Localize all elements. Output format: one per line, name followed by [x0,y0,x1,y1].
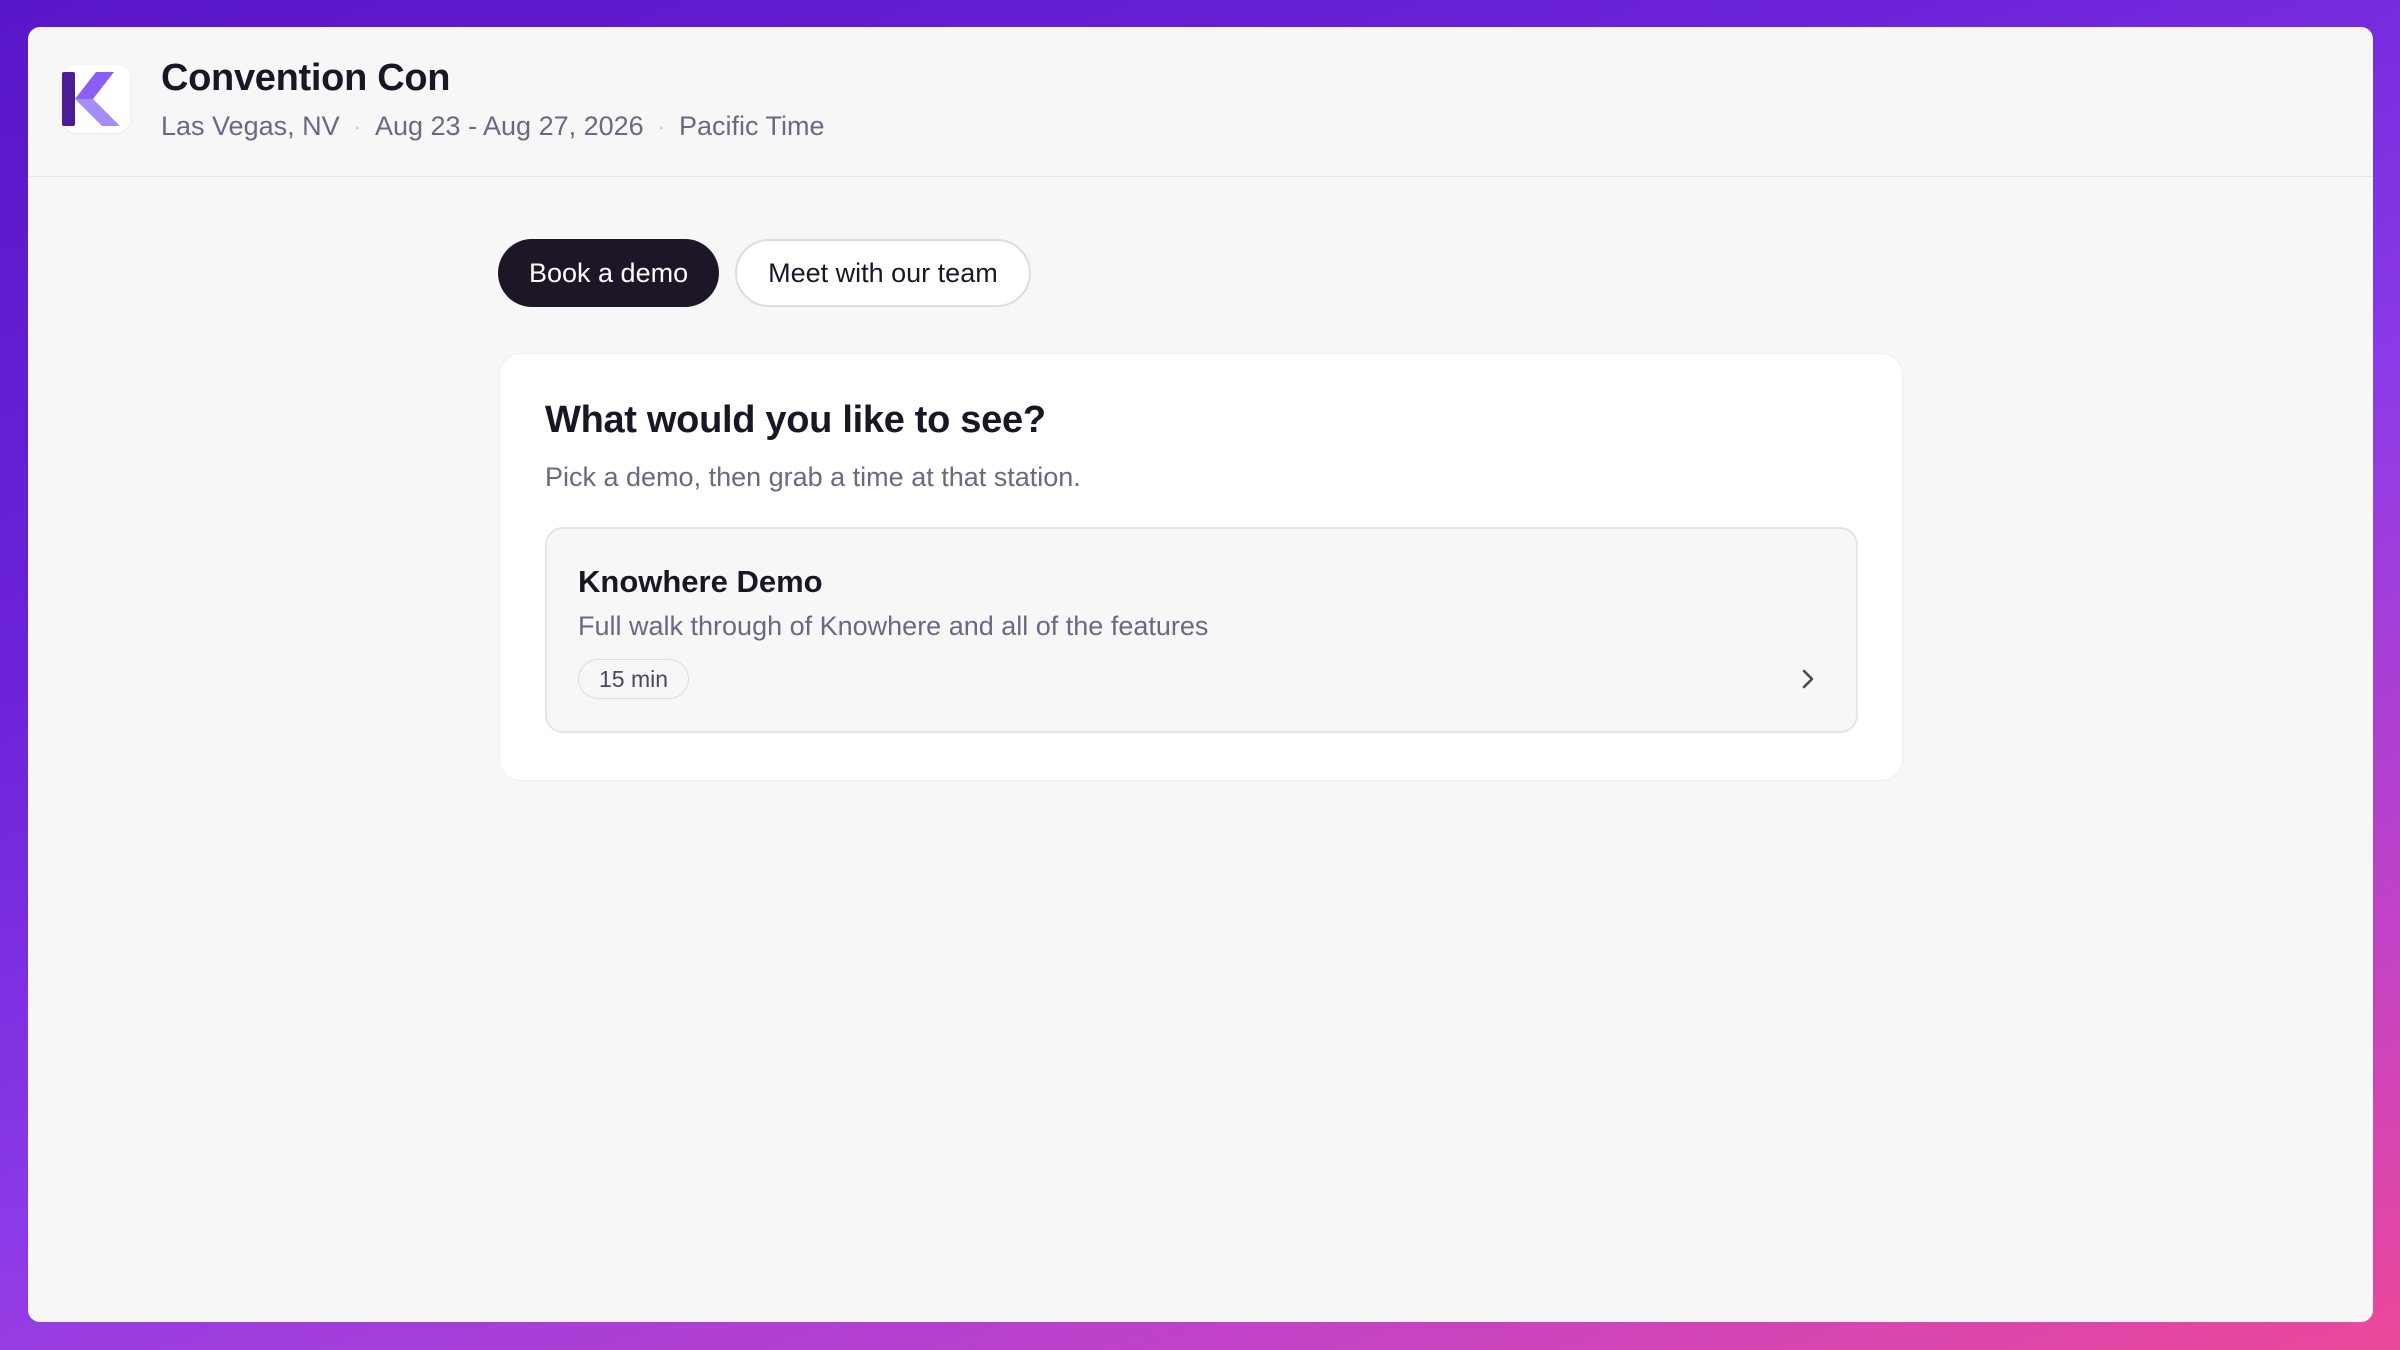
demo-name: Knowhere Demo [578,564,823,599]
demo-selection-card: What would you like to see? Pick a demo,… [499,353,1903,781]
separator-dot: · [657,113,666,139]
card-title: What would you like to see? [545,399,1046,441]
tab-meet-with-our-team[interactable]: Meet with our team [735,239,1031,307]
k-logo-icon [62,72,120,126]
event-header: Convention Con Las Vegas, NV · Aug 23 - … [28,27,2373,177]
event-location: Las Vegas, NV [161,111,340,141]
separator-dot: · [353,113,361,139]
demo-description: Full walk through of Knowhere and all of… [578,611,1209,641]
card-subtitle: Pick a demo, then grab a time at that st… [545,462,1081,492]
company-logo [62,65,130,133]
booking-tabs: Book a demo Meet with our team [498,239,1031,307]
event-timezone: Pacific Time [679,111,825,141]
chevron-right-icon [1792,663,1824,695]
duration-badge: 15 min [578,659,690,699]
demo-option-knowhere[interactable]: Knowhere Demo Full walk through of Knowh… [545,527,1858,733]
tab-book-a-demo[interactable]: Book a demo [498,239,720,307]
event-meta: Las Vegas, NV · Aug 23 - Aug 27, 2026 · … [161,111,825,142]
event-dates: Aug 23 - Aug 27, 2026 [374,111,644,141]
app-window: Convention Con Las Vegas, NV · Aug 23 - … [28,27,2373,1322]
event-title: Convention Con [161,57,451,99]
